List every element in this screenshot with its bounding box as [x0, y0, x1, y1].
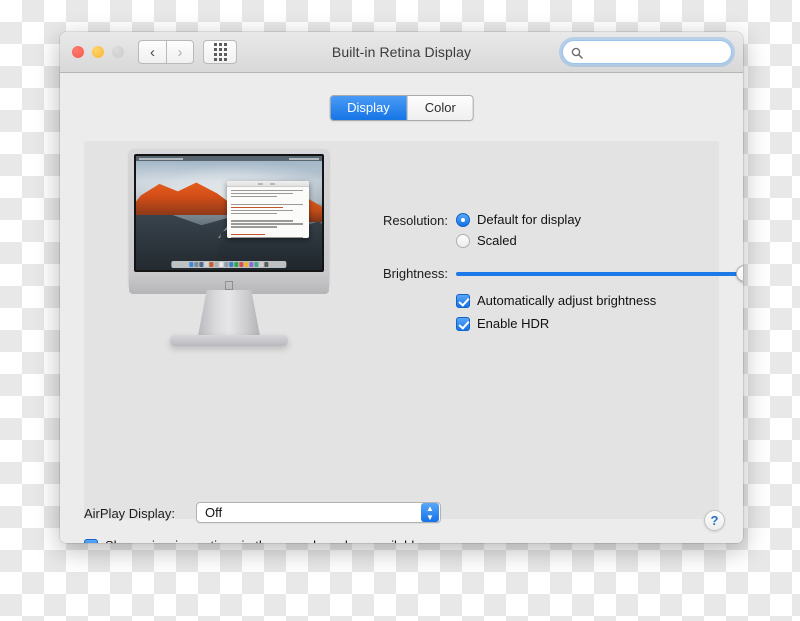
system-preferences-window: ‹ › Built-in Retina Display × Display Co…: [60, 32, 743, 543]
checkbox-show-mirroring-options-label: Show mirroring options in the menu bar w…: [105, 538, 422, 543]
airplay-display-value: Off: [205, 505, 223, 520]
search-input[interactable]: [583, 45, 743, 59]
tab-display[interactable]: Display: [330, 96, 408, 120]
radio-default-for-display-icon[interactable]: [456, 212, 470, 227]
preview-dock: [171, 261, 287, 268]
checkbox-show-mirroring-options[interactable]: Show mirroring options in the menu bar w…: [84, 538, 422, 543]
search-field[interactable]: ×: [562, 40, 743, 64]
imac-bezel: [134, 154, 324, 272]
display-checkbox-group: Automatically adjust brightness Enable H…: [456, 293, 656, 339]
resolution-option-default-label: Default for display: [477, 212, 582, 227]
checkbox-auto-brightness-label: Automatically adjust brightness: [477, 293, 657, 308]
imac-stand-foot: [170, 335, 288, 346]
airplay-display-label: AirPlay Display:: [84, 506, 176, 521]
checkbox-show-mirroring-options-icon[interactable]: [84, 538, 98, 543]
resolution-label: Resolution:: [382, 213, 448, 228]
checkbox-enable-hdr-label: Enable HDR: [477, 316, 550, 331]
preview-document-titlebar: [227, 181, 309, 188]
preview-document-window: [227, 181, 309, 239]
brightness-slider[interactable]: [456, 265, 743, 282]
window-body: Display Color Resolution: Default for di…: [60, 73, 743, 543]
resolution-option-default[interactable]: Default for display: [456, 212, 581, 227]
resolution-option-scaled-label: Scaled: [477, 233, 517, 248]
chevron-updown-icon[interactable]: ▲ ▼: [421, 503, 439, 522]
preview-document-text: [227, 187, 309, 239]
resolution-option-scaled[interactable]: Scaled: [456, 233, 581, 248]
checkbox-enable-hdr[interactable]: Enable HDR: [456, 316, 656, 331]
desktop-wallpaper: [136, 156, 322, 270]
tab-color[interactable]: Color: [407, 96, 473, 120]
brightness-label: Brightness:: [382, 266, 448, 281]
help-button[interactable]: ?: [704, 510, 725, 531]
brightness-slider-knob[interactable]: [736, 265, 743, 282]
resolution-radio-group: Default for display Scaled: [456, 212, 581, 254]
checkbox-enable-hdr-icon[interactable]: [456, 316, 470, 331]
tab-bar: Display Color: [329, 95, 474, 121]
imac-preview-image: : [104, 143, 354, 358]
radio-scaled-icon[interactable]: [456, 233, 470, 248]
window-titlebar: ‹ › Built-in Retina Display ×: [60, 32, 743, 73]
airplay-display-popup[interactable]: Off ▲ ▼: [196, 502, 441, 523]
checkbox-auto-brightness[interactable]: Automatically adjust brightness: [456, 293, 656, 308]
search-icon: [571, 46, 583, 59]
display-settings-panel:  Resolution: Default for display Scaled…: [84, 141, 743, 519]
imac-screen-housing: [129, 149, 329, 286]
checkbox-auto-brightness-icon[interactable]: [456, 293, 470, 308]
brightness-slider-fill: [456, 272, 743, 276]
preview-menu-bar: [136, 156, 322, 161]
imac-stand-neck: [198, 290, 260, 336]
